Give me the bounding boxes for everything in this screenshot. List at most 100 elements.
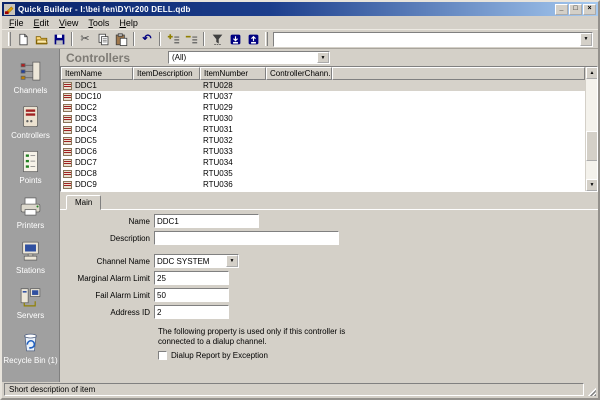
cell-itemname: DDC4 bbox=[75, 125, 97, 134]
cell-itemnumber: RTU031 bbox=[200, 125, 266, 134]
controller-row-icon bbox=[63, 82, 72, 90]
fail-alarm-limit-field[interactable] bbox=[154, 288, 229, 302]
filter-dropdown[interactable]: (All) ▼ bbox=[168, 51, 330, 64]
table-row[interactable]: DDC2 RTU029 bbox=[61, 102, 585, 113]
status-text: Short description of item bbox=[4, 383, 584, 396]
restore-from-recycle-bin-button[interactable] bbox=[244, 31, 262, 47]
quick-builder-window: Quick Builder - I:\bei fen\DY\r200 DELL.… bbox=[0, 0, 600, 400]
title-bar[interactable]: Quick Builder - I:\bei fen\DY\r200 DELL.… bbox=[2, 2, 598, 16]
cell-itemname: DDC8 bbox=[75, 169, 97, 178]
cut-button[interactable]: ✂ bbox=[76, 31, 94, 47]
scroll-up-icon[interactable]: ▲ bbox=[586, 67, 598, 79]
page-title: Controllers bbox=[66, 51, 166, 65]
open-icon bbox=[35, 33, 48, 46]
marginal-alarm-limit-field[interactable] bbox=[154, 271, 229, 285]
points-icon bbox=[18, 149, 43, 174]
name-field[interactable] bbox=[154, 214, 259, 228]
vertical-scrollbar[interactable]: ▲ ▼ bbox=[585, 67, 597, 191]
controllers-icon bbox=[18, 104, 43, 129]
table-row[interactable]: DDC5 RTU032 bbox=[61, 135, 585, 146]
menu-edit[interactable]: Edit bbox=[29, 17, 55, 29]
chevron-down-icon[interactable]: ▼ bbox=[226, 255, 238, 267]
menu-file[interactable]: File bbox=[4, 17, 29, 29]
cell-itemname: DDC3 bbox=[75, 114, 97, 123]
controller-row-icon bbox=[63, 159, 72, 167]
chevron-down-icon[interactable]: ▼ bbox=[317, 52, 329, 63]
printers-icon bbox=[18, 194, 43, 219]
address-id-field[interactable] bbox=[154, 305, 229, 319]
sidebar-item-stations[interactable]: Stations bbox=[3, 239, 59, 275]
new-button[interactable] bbox=[14, 31, 32, 47]
table-row[interactable]: DDC7 RTU034 bbox=[61, 157, 585, 168]
toolbar: ✂ ↶ ▼ bbox=[2, 30, 598, 49]
toolbar-grip[interactable] bbox=[265, 32, 268, 46]
recycle-bin-icon bbox=[18, 329, 43, 354]
sidebar-item-recycle-bin[interactable]: Recycle Bin (1) bbox=[3, 329, 59, 365]
tab-main[interactable]: Main bbox=[66, 195, 101, 210]
remove-item-icon bbox=[185, 33, 198, 46]
resize-grip-icon[interactable] bbox=[584, 383, 596, 396]
channel-name-dropdown[interactable]: DDC SYSTEM ▼ bbox=[154, 254, 239, 268]
scrollbar-track[interactable] bbox=[586, 79, 597, 179]
minimize-button[interactable]: _ bbox=[555, 4, 568, 15]
filter-button[interactable] bbox=[208, 31, 226, 47]
chevron-down-icon[interactable]: ▼ bbox=[580, 33, 592, 46]
sidebar-item-servers[interactable]: Servers bbox=[3, 284, 59, 320]
column-header-itemname[interactable]: ItemName bbox=[61, 67, 133, 80]
address-id-label: Address ID bbox=[66, 308, 154, 317]
open-button[interactable] bbox=[32, 31, 50, 47]
table-row[interactable]: DDC1 RTU028 bbox=[61, 80, 585, 91]
table-row[interactable]: DDC6 RTU033 bbox=[61, 146, 585, 157]
menu-bar: File Edit View Tools Help bbox=[2, 16, 598, 30]
undo-button[interactable]: ↶ bbox=[138, 31, 156, 47]
sidebar-item-controllers[interactable]: Controllers bbox=[3, 104, 59, 140]
sidebar-item-points[interactable]: Points bbox=[3, 149, 59, 185]
cell-itemnumber: RTU034 bbox=[200, 158, 266, 167]
maximize-button[interactable]: □ bbox=[569, 4, 582, 15]
toolbar-search-combo[interactable]: ▼ bbox=[273, 32, 593, 47]
sidebar: Channels Controllers Points bbox=[2, 49, 60, 382]
remove-item-button[interactable] bbox=[182, 31, 200, 47]
stations-icon bbox=[18, 239, 43, 264]
scrollbar-thumb[interactable] bbox=[586, 131, 598, 161]
tab-strip: Main bbox=[66, 195, 598, 210]
save-button[interactable] bbox=[50, 31, 68, 47]
sidebar-item-channels[interactable]: Channels bbox=[3, 59, 59, 95]
cell-itemnumber: RTU032 bbox=[200, 136, 266, 145]
close-button[interactable]: × bbox=[583, 4, 596, 15]
sidebar-item-label: Servers bbox=[17, 311, 45, 320]
menu-view[interactable]: View bbox=[54, 17, 83, 29]
cell-itemnumber: RTU030 bbox=[200, 114, 266, 123]
scroll-down-icon[interactable]: ▼ bbox=[586, 179, 598, 191]
paste-button[interactable] bbox=[112, 31, 130, 47]
menu-help[interactable]: Help bbox=[114, 17, 143, 29]
cell-itemname: DDC1 bbox=[75, 81, 97, 90]
table-row[interactable]: DDC9 RTU036 bbox=[61, 179, 585, 190]
dialup-checkbox[interactable] bbox=[158, 351, 167, 360]
new-icon bbox=[17, 33, 30, 46]
copy-button[interactable] bbox=[94, 31, 112, 47]
table-row[interactable]: DDC8 RTU035 bbox=[61, 168, 585, 179]
controller-row-icon bbox=[63, 126, 72, 134]
table-row[interactable]: DDC4 RTU031 bbox=[61, 124, 585, 135]
column-header-itemdescription[interactable]: ItemDescription bbox=[133, 67, 200, 80]
sidebar-item-printers[interactable]: Printers bbox=[3, 194, 59, 230]
column-header-filler bbox=[332, 67, 585, 80]
column-header-itemnumber[interactable]: ItemNumber bbox=[200, 67, 266, 80]
move-to-recycle-bin-button[interactable] bbox=[226, 31, 244, 47]
description-field[interactable] bbox=[154, 231, 339, 245]
menu-tools[interactable]: Tools bbox=[83, 17, 114, 29]
toolbar-grip[interactable] bbox=[8, 32, 11, 46]
add-item-button[interactable] bbox=[164, 31, 182, 47]
content-header: Controllers (All) ▼ bbox=[60, 49, 598, 66]
sidebar-item-label: Stations bbox=[16, 266, 45, 275]
detail-form: Name Description Channel Name DDC SYSTEM… bbox=[66, 210, 598, 360]
table-row[interactable]: DDC3 RTU030 bbox=[61, 113, 585, 124]
table-row[interactable]: DDC10 RTU037 bbox=[61, 91, 585, 102]
column-header-controllerchannel[interactable]: ControllerChann... bbox=[266, 67, 332, 80]
toolbar-separator bbox=[159, 32, 161, 46]
status-bar: Short description of item bbox=[2, 382, 598, 398]
servers-icon bbox=[18, 284, 43, 309]
cell-itemname: DDC9 bbox=[75, 180, 97, 189]
cell-itemnumber: RTU033 bbox=[200, 147, 266, 156]
